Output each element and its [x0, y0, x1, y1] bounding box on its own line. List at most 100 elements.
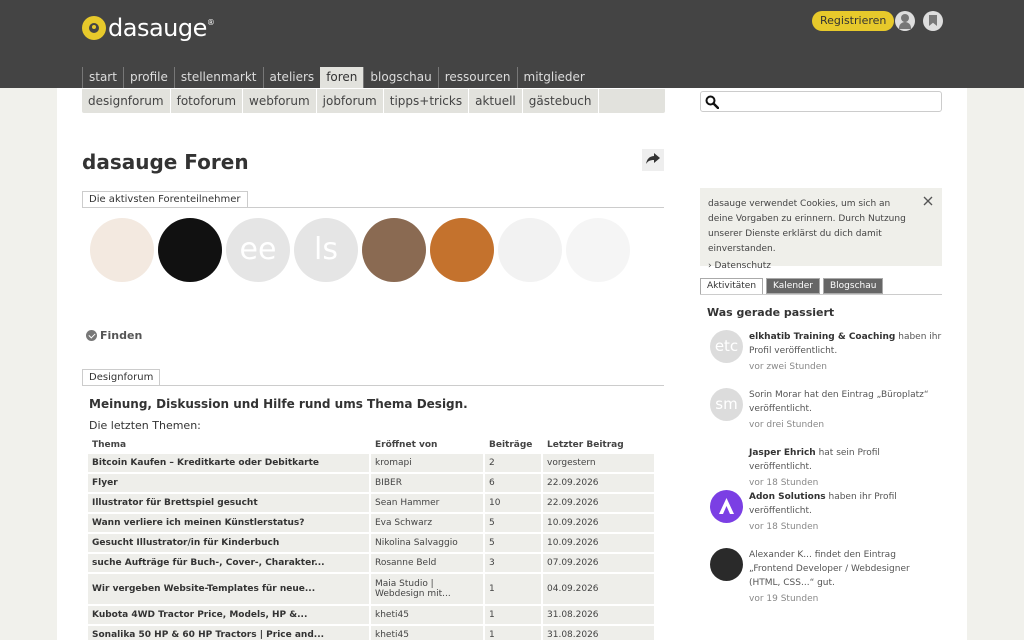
topics-table: Thema Eröffnet von Beiträge Letzter Beit… [88, 436, 656, 640]
table-header-row: Thema Eröffnet von Beiträge Letzter Beit… [88, 438, 656, 452]
avatar[interactable] [566, 218, 630, 282]
search-input[interactable] [723, 93, 937, 110]
nav-tab-ateliers[interactable]: ateliers [262, 67, 321, 88]
avatar-initials: ls [314, 232, 338, 267]
tab-divider [82, 385, 664, 386]
nav-tab-profile[interactable]: profile [122, 67, 174, 88]
table-cell: BIBER [371, 474, 485, 492]
activity-actor[interactable]: Adon Solutions [749, 492, 826, 502]
sub-nav-item-aktuell[interactable]: aktuell [469, 89, 523, 113]
top-members: ee ls [90, 218, 634, 282]
table-cell: 5 [485, 514, 543, 532]
table-cell: 3 [485, 554, 543, 572]
nav-tab-mitglieder[interactable]: mitglieder [516, 67, 591, 88]
tab-designforum[interactable]: Designforum [82, 369, 161, 386]
table-row[interactable]: Wir vergeben Website-Templates für neue.… [88, 574, 656, 604]
topic-link[interactable]: Sonalika 50 HP & 60 HP Tractors | Price … [88, 626, 371, 640]
eye-logo-icon [82, 16, 106, 40]
nav-tab-stellenmarkt[interactable]: stellenmarkt [173, 67, 263, 88]
table-cell: kheti45 [371, 606, 485, 624]
tab-active-members[interactable]: Die aktivsten Forenteilnehmer [82, 191, 248, 208]
site-logo[interactable]: dasauge ® [82, 14, 215, 42]
avatar[interactable] [498, 218, 562, 282]
user-icon[interactable] [895, 11, 915, 31]
avatar[interactable]: ee [226, 218, 290, 282]
table-cell: Rosanne Beld [371, 554, 485, 572]
main-nav: start profile stellenmarkt ateliers foren blo… [82, 67, 591, 88]
activity-message: Sorin Morar hat den Eintrag „Büroplatz“ … [749, 390, 929, 414]
avatar[interactable] [430, 218, 494, 282]
activity-text: Sorin Morar hat den Eintrag „Büroplatz“ … [749, 388, 942, 432]
finden-toggle[interactable]: Finden [86, 329, 142, 342]
column-header: Beiträge [489, 440, 533, 450]
finden-label: Finden [100, 329, 143, 342]
activity-actor[interactable]: elkhatib Training & Coaching [749, 332, 895, 342]
avatar[interactable]: sm [710, 388, 743, 421]
sub-nav-item-jobforum[interactable]: jobforum [317, 89, 384, 113]
avatar[interactable] [710, 446, 743, 479]
nav-tab-start[interactable]: start [82, 67, 123, 88]
nav-tab-foren[interactable]: foren [320, 67, 364, 88]
share-button[interactable] [642, 149, 664, 171]
avatar-initials: ee [239, 232, 277, 267]
nav-tab-blogschau[interactable]: blogschau [363, 67, 437, 88]
table-row[interactable]: Bitcoin Kaufen – Kreditkarte oder Debitk… [88, 454, 656, 472]
activity-text: Alexander K... findet den Eintrag „Front… [749, 548, 942, 606]
bookmark-icon[interactable] [923, 11, 943, 31]
topic-link[interactable]: Wann verliere ich meinen Künstlerstatus? [88, 514, 371, 532]
table-row[interactable]: Gesucht Illustrator/in für Kinderbuch Nik… [88, 534, 656, 552]
avatar[interactable] [710, 490, 743, 523]
table-cell: 10 [485, 494, 543, 512]
table-cell: 6 [485, 474, 543, 492]
activity-text: Adon Solutions haben ihr Profil veröffen… [749, 490, 942, 534]
activity-actor[interactable]: Jasper Ehrich [749, 448, 816, 458]
topic-link[interactable]: Illustrator für Brettspiel gesucht [88, 494, 371, 512]
sub-nav: designforum fotoforum webforum jobforum tipp… [82, 89, 665, 113]
forum-description: Meinung, Diskussion und Hilfe rund ums T… [89, 397, 468, 411]
tab-blogschau[interactable]: Blogschau [823, 278, 884, 294]
table-row[interactable]: Illustrator für Brettspiel gesucht Sean H… [88, 494, 656, 512]
table-row[interactable]: Flyer BIBER 6 22.09.2026 [88, 474, 656, 492]
register-button[interactable]: Registrieren [812, 11, 895, 31]
table-row[interactable]: suche Aufträge für Buch-, Cover-, Charak… [88, 554, 656, 572]
topic-link[interactable]: Gesucht Illustrator/in für Kinderbuch [88, 534, 371, 552]
column-header: Thema [92, 440, 127, 450]
site-header: dasauge ® Registrieren start profile stell… [0, 0, 1024, 88]
sub-nav-item-webforum[interactable]: webforum [243, 89, 317, 113]
table-cell: 5 [485, 534, 543, 552]
sub-nav-item-tipps-tricks[interactable]: tipps+tricks [384, 89, 470, 113]
table-row[interactable]: Kubota 4WD Tractor Price, Models, HP &..… [88, 606, 656, 624]
sub-nav-item-designforum[interactable]: designforum [82, 89, 171, 113]
sidebar-tabs: Aktivitäten Kalender Blogschau [700, 278, 886, 294]
table-row[interactable]: Sonalika 50 HP & 60 HP Tractors | Price … [88, 626, 656, 640]
activity-timestamp: vor 18 Stunden [749, 478, 819, 488]
table-cell: 10.09.2026 [543, 514, 656, 532]
tab-divider [700, 294, 942, 295]
activity-message: Alexander K... findet den Eintrag „Front… [749, 550, 910, 588]
sub-nav-item-g-stebuch[interactable]: gästebuch [523, 89, 599, 113]
table-cell: 1 [485, 606, 543, 624]
search-box[interactable] [700, 91, 942, 112]
table-cell: 2 [485, 454, 543, 472]
topic-link[interactable]: Kubota 4WD Tractor Price, Models, HP &..… [88, 606, 371, 624]
logo-text: dasauge [108, 14, 207, 42]
activity-timestamp: vor 19 Stunden [749, 594, 819, 604]
close-icon[interactable] [923, 196, 933, 206]
column-header: Letzter Beitrag [547, 440, 624, 450]
avatar[interactable] [158, 218, 222, 282]
topic-link[interactable]: suche Aufträge für Buch-, Cover-, Charak… [88, 554, 371, 572]
avatar[interactable]: etc [710, 330, 743, 363]
table-row[interactable]: Wann verliere ich meinen Künstlerstatus?… [88, 514, 656, 532]
topic-link[interactable]: Bitcoin Kaufen – Kreditkarte oder Debitk… [88, 454, 371, 472]
avatar[interactable] [90, 218, 154, 282]
sub-nav-item-fotoforum[interactable]: fotoforum [171, 89, 244, 113]
avatar[interactable] [710, 548, 743, 581]
topic-link[interactable]: Flyer [88, 474, 371, 492]
nav-tab-ressourcen[interactable]: ressourcen [437, 67, 517, 88]
tab-aktivit-ten[interactable]: Aktivitäten [700, 278, 764, 294]
topic-link[interactable]: Wir vergeben Website-Templates für neue.… [88, 574, 371, 604]
avatar[interactable] [362, 218, 426, 282]
privacy-link[interactable]: › Datenschutz [708, 259, 934, 274]
avatar[interactable]: ls [294, 218, 358, 282]
tab-kalender[interactable]: Kalender [766, 278, 820, 294]
